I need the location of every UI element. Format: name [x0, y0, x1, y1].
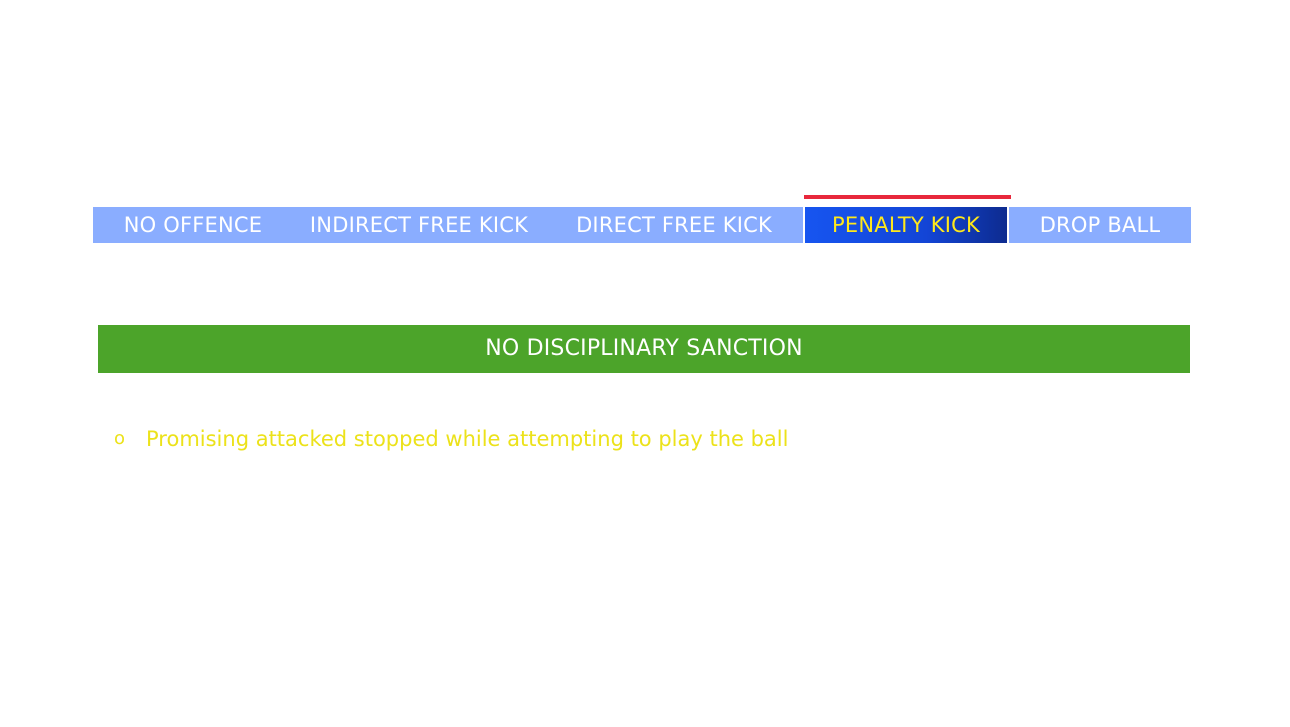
bullet-marker: o — [114, 428, 126, 449]
tab-drop-ball[interactable]: DROP BALL — [1009, 207, 1191, 243]
decision-tab-bar: NO OFFENCE INDIRECT FREE KICK DIRECT FRE… — [93, 207, 1191, 243]
tab-direct-free-kick[interactable]: DIRECT FREE KICK — [545, 207, 803, 243]
list-item-text: Promising attacked stopped while attempt… — [146, 427, 789, 451]
slide: NO OFFENCE INDIRECT FREE KICK DIRECT FRE… — [0, 0, 1290, 727]
list-item: o Promising attacked stopped while attem… — [114, 424, 788, 454]
tab-indirect-free-kick[interactable]: INDIRECT FREE KICK — [293, 207, 545, 243]
tab-penalty-kick[interactable]: PENALTY KICK — [805, 207, 1007, 243]
tab-no-offence[interactable]: NO OFFENCE — [93, 207, 293, 243]
active-tab-indicator — [804, 195, 1011, 199]
disciplinary-sanction-banner: NO DISCIPLINARY SANCTION — [98, 325, 1190, 373]
criteria-list: o Promising attacked stopped while attem… — [114, 424, 788, 454]
